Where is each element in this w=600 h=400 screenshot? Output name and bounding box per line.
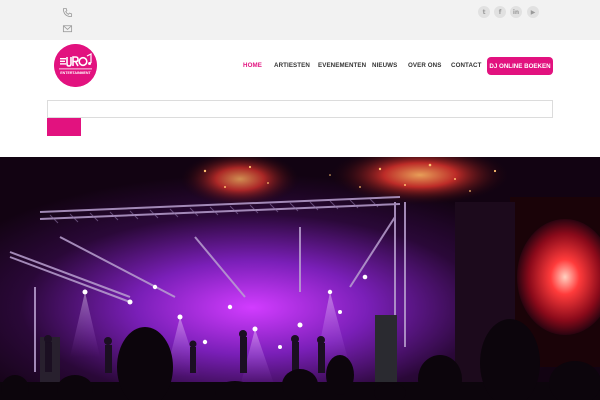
top-bar: t f in ▶ xyxy=(0,0,600,40)
nav-evenementen[interactable]: EVENEMENTEN xyxy=(318,62,366,69)
facebook-icon[interactable]: f xyxy=(494,6,506,18)
envelope-icon[interactable] xyxy=(60,21,74,35)
logo-mark: ENTERTAINMENT xyxy=(54,44,97,87)
book-dj-label: DJ ONLINE BOEKEN xyxy=(489,62,551,70)
hero-image xyxy=(0,157,600,400)
twitter-icon[interactable]: t xyxy=(478,6,490,18)
nav-nieuws[interactable]: NIEUWS xyxy=(372,62,397,69)
nav-home[interactable]: HOME xyxy=(243,62,262,69)
book-dj-button[interactable]: DJ ONLINE BOEKEN xyxy=(487,57,553,75)
search-button[interactable] xyxy=(47,118,81,136)
search-input[interactable] xyxy=(47,100,553,118)
nav-over-ons[interactable]: OVER ONS xyxy=(408,62,441,69)
nav-contact[interactable]: CONTACT xyxy=(451,62,482,69)
linkedin-icon[interactable]: in xyxy=(510,6,522,18)
youtube-icon[interactable]: ▶ xyxy=(527,6,539,18)
phone-icon[interactable] xyxy=(60,5,74,19)
concert-stage-photo xyxy=(0,157,600,400)
nav-artiesten[interactable]: ARTIESTEN xyxy=(274,62,310,69)
logo-text: ENTERTAINMENT xyxy=(60,71,91,75)
logo[interactable]: ENTERTAINMENT xyxy=(54,44,97,87)
